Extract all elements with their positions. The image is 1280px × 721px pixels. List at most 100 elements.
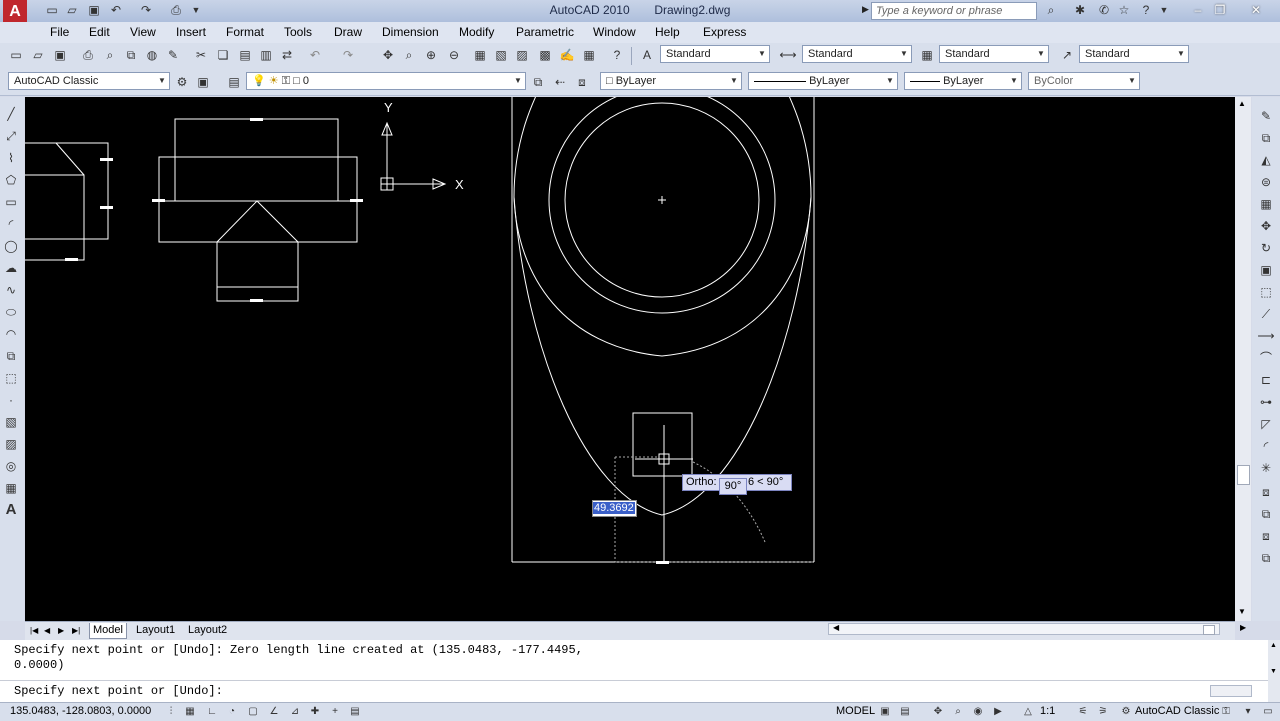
line-icon[interactable]: ╱ xyxy=(2,105,20,123)
fillet-icon[interactable]: ◜ xyxy=(1257,437,1275,455)
revision-cloud-icon[interactable]: ☁ xyxy=(2,259,20,277)
scroll-up-icon[interactable]: ▲ xyxy=(1270,642,1277,649)
match-properties-icon[interactable]: ▥ xyxy=(256,45,276,65)
quickcalc-icon[interactable]: ▦ xyxy=(579,45,599,65)
showmotion-icon[interactable]: ▶ xyxy=(990,704,1006,719)
help-icon[interactable]: ? xyxy=(1138,3,1154,18)
hatch-icon[interactable]: ▧ xyxy=(2,413,20,431)
menu-dimension[interactable]: Dimension xyxy=(382,25,439,39)
insert-block-icon[interactable]: ⧉ xyxy=(2,347,20,365)
block-editor-icon[interactable]: ⇄ xyxy=(277,45,297,65)
scroll-down-icon[interactable]: ▼ xyxy=(1270,668,1277,675)
horizontal-scroll-thumb[interactable] xyxy=(1203,625,1215,635)
dim-style-icon[interactable]: ⟷ xyxy=(778,45,798,65)
clean-screen-icon[interactable]: ▭ xyxy=(1260,704,1276,719)
polyline-icon[interactable]: ⌇ xyxy=(2,149,20,167)
zoom-window-icon[interactable]: ⊕ xyxy=(421,45,441,65)
menu-tools[interactable]: Tools xyxy=(284,25,312,39)
annotation-scale-icon[interactable]: △ xyxy=(1020,704,1036,719)
join-icon[interactable]: ⊶ xyxy=(1257,393,1275,411)
text-style-icon[interactable]: A xyxy=(637,45,657,65)
menu-edit[interactable]: Edit xyxy=(89,25,110,39)
3d-dwf-icon[interactable]: ◍ xyxy=(142,45,162,65)
model-space-toggle[interactable]: MODEL xyxy=(836,705,875,717)
extend-icon[interactable]: ⟶ xyxy=(1257,327,1275,345)
vertical-scroll-thumb[interactable] xyxy=(1237,465,1250,485)
quick-properties-icon[interactable]: ▤ xyxy=(347,704,363,719)
draworder-under-icon[interactable]: ⧉ xyxy=(1257,549,1275,567)
save-icon[interactable]: ▣ xyxy=(50,45,70,65)
plotstyle-control-select[interactable]: ByColor ▼ xyxy=(1028,72,1140,90)
erase-icon[interactable]: ✎ xyxy=(1257,107,1275,125)
layer-previous-icon[interactable]: ⇠ xyxy=(550,72,570,92)
infer-constraints-icon[interactable]: ⫶ xyxy=(163,704,179,719)
publish-icon[interactable]: ⧉ xyxy=(121,45,141,65)
communication-center-icon[interactable]: ✆ xyxy=(1096,3,1112,18)
scale-icon[interactable]: ▣ xyxy=(1257,261,1275,279)
copy-object-icon[interactable]: ⧉ xyxy=(1257,129,1275,147)
draworder-front-icon[interactable]: ⧈ xyxy=(1257,483,1275,501)
menu-modify[interactable]: Modify xyxy=(459,25,494,39)
scroll-right-icon[interactable]: ▶ xyxy=(1240,623,1246,632)
menu-window[interactable]: Window xyxy=(593,25,636,39)
workspace-switching-gear-icon[interactable]: ⚙ xyxy=(1118,704,1134,719)
workspace-status-value[interactable]: AutoCAD Classic xyxy=(1135,705,1219,717)
lock-icon[interactable]: ⚿ xyxy=(1218,704,1234,719)
mirror-icon[interactable]: ◭ xyxy=(1257,151,1275,169)
layer-states-icon[interactable]: ⧈ xyxy=(572,72,592,92)
cut-icon[interactable]: ✂ xyxy=(191,45,211,65)
undo-icon[interactable]: ↶ xyxy=(305,45,325,65)
scroll-up-icon[interactable]: ▲ xyxy=(1238,99,1246,108)
rotate-icon[interactable]: ↻ xyxy=(1257,239,1275,257)
menu-draw[interactable]: Draw xyxy=(334,25,362,39)
dim-style-select[interactable]: Standard ▼ xyxy=(802,45,912,63)
menu-file[interactable]: File xyxy=(50,25,69,39)
drawing-canvas[interactable]: Y X Ortho: 6 < 90° 90° 49.3692 xyxy=(25,97,1235,621)
ortho-mode-icon[interactable]: ∟ xyxy=(204,704,220,719)
lineweight-control-select[interactable]: ByLayer ▼ xyxy=(904,72,1022,90)
zoom-realtime-icon[interactable]: ⌕ xyxy=(399,45,419,65)
break-at-point-icon[interactable]: ⌒ xyxy=(1257,349,1275,367)
coordinates-readout[interactable]: 135.0483, -128.0803, 0.0000 xyxy=(10,705,151,717)
menu-insert[interactable]: Insert xyxy=(176,25,206,39)
subscription-icon[interactable]: ✱ xyxy=(1072,3,1088,18)
multileader-style-icon[interactable]: ↗ xyxy=(1057,45,1077,65)
tab-layout2[interactable]: Layout2 xyxy=(185,623,230,638)
move-icon[interactable]: ✥ xyxy=(1257,217,1275,235)
region-icon[interactable]: ◎ xyxy=(2,457,20,475)
command-line[interactable]: Specify next point or [Undo]: Zero lengt… xyxy=(0,640,1268,702)
pan-icon[interactable]: ✥ xyxy=(378,45,398,65)
open-icon[interactable]: ▱ xyxy=(28,45,48,65)
pan-icon[interactable]: ✥ xyxy=(930,704,946,719)
layer-select[interactable]: 💡 ☀ ⚿ □ 0 ▼ xyxy=(246,72,526,90)
spline-icon[interactable]: ∿ xyxy=(2,281,20,299)
qnew-icon[interactable]: ▭ xyxy=(6,45,26,65)
workspace-select[interactable]: AutoCAD Classic ▼ xyxy=(8,72,170,90)
show-lineweight-icon[interactable]: + xyxy=(327,704,343,719)
text-style-select[interactable]: Standard ▼ xyxy=(660,45,770,63)
ellipse-arc-icon[interactable]: ◠ xyxy=(2,325,20,343)
previous-tab-icon[interactable]: ◀ xyxy=(41,623,53,638)
binoculars-icon[interactable]: ⌕ xyxy=(1043,3,1059,18)
object-snap-tracking-icon[interactable]: ∠ xyxy=(266,704,282,719)
offset-icon[interactable]: ⊜ xyxy=(1257,173,1275,191)
annotation-visibility-icon[interactable]: ⚟ xyxy=(1075,704,1091,719)
zoom-previous-icon[interactable]: ⊖ xyxy=(444,45,464,65)
point-icon[interactable]: · xyxy=(2,391,20,409)
command-scrollbar[interactable]: ▲ ▼ xyxy=(1268,640,1280,702)
construction-line-icon[interactable]: ⤢ xyxy=(2,127,20,145)
break-icon[interactable]: ⊏ xyxy=(1257,371,1275,389)
first-tab-icon[interactable]: |◀ xyxy=(27,623,41,638)
scroll-down-icon[interactable]: ▼ xyxy=(1238,607,1246,616)
sheet-set-icon[interactable]: ▩ xyxy=(535,45,555,65)
rectangle-icon[interactable]: ▭ xyxy=(2,193,20,211)
dynamic-input-icon[interactable]: ✚ xyxy=(307,704,323,719)
arc-icon[interactable]: ◜ xyxy=(2,215,20,233)
angle-input[interactable]: 90° xyxy=(719,478,747,495)
explode-icon[interactable]: ✳ xyxy=(1257,459,1275,477)
search-input[interactable]: Type a keyword or phrase xyxy=(871,2,1037,20)
paste-icon[interactable]: ▤ xyxy=(235,45,255,65)
last-tab-icon[interactable]: ▶| xyxy=(69,623,83,638)
chamfer-icon[interactable]: ◸ xyxy=(1257,415,1275,433)
next-tab-icon[interactable]: ▶ xyxy=(55,623,67,638)
